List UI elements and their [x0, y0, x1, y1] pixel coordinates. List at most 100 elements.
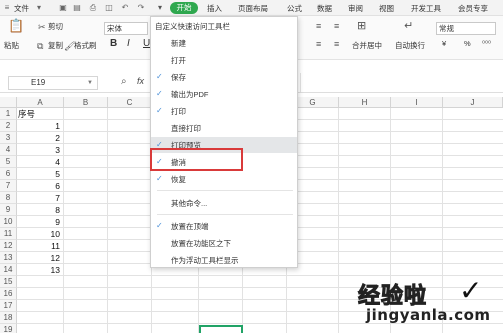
- row-header[interactable]: 14: [0, 264, 17, 276]
- copy-icon[interactable]: ⧉: [37, 40, 43, 52]
- cell-a-value[interactable]: 6: [17, 180, 64, 192]
- row-header[interactable]: 18: [0, 312, 17, 324]
- menu-item-more-commands[interactable]: 其他命令...: [151, 195, 297, 211]
- auto-wrap-icon[interactable]: ↵: [404, 20, 413, 32]
- menu-item-place-below-ribbon[interactable]: 放置在功能区之下: [151, 235, 297, 251]
- row-header[interactable]: 13: [0, 252, 17, 264]
- merge-center-button[interactable]: 合并居中: [352, 40, 382, 52]
- select-all-corner[interactable]: [0, 97, 17, 108]
- file-dropdown-icon[interactable]: ▾: [34, 3, 44, 12]
- number-format-select[interactable]: 常规: [436, 22, 496, 35]
- thousands-button[interactable]: ⁰⁰⁰: [482, 38, 491, 50]
- menu-item-redo[interactable]: ✓ 恢复: [151, 171, 297, 187]
- row-header[interactable]: 17: [0, 300, 17, 312]
- name-box-dropdown-icon[interactable]: ▼: [87, 77, 93, 89]
- selected-cell-e19[interactable]: [199, 325, 243, 333]
- menu-icon[interactable]: ≡: [2, 3, 12, 12]
- cell-a-value[interactable]: 10: [17, 228, 64, 240]
- col-header-h[interactable]: H: [339, 97, 391, 108]
- zoom-search-icon[interactable]: ⌕: [121, 76, 127, 87]
- col-header-b[interactable]: B: [64, 97, 108, 108]
- menu-item-open[interactable]: 打开: [151, 52, 297, 68]
- pdf-icon[interactable]: ▤: [72, 3, 82, 12]
- col-header-i[interactable]: I: [391, 97, 443, 108]
- col-header-j[interactable]: J: [443, 97, 503, 108]
- tab-developer[interactable]: 开发工具: [411, 3, 441, 14]
- row-header[interactable]: 2: [0, 120, 17, 132]
- cell-a-value[interactable]: 3: [17, 144, 64, 156]
- menu-file[interactable]: 文件: [14, 3, 29, 14]
- tab-review[interactable]: 审阅: [348, 3, 363, 14]
- cell-a-value[interactable]: 7: [17, 192, 64, 204]
- print-preview-icon[interactable]: ◫: [104, 3, 114, 12]
- row-header[interactable]: 15: [0, 276, 17, 288]
- cell-a-value[interactable]: 4: [17, 156, 64, 168]
- tab-view[interactable]: 视图: [379, 3, 394, 14]
- auto-wrap-button[interactable]: 自动换行: [395, 40, 425, 52]
- percent-button[interactable]: %: [464, 38, 471, 50]
- cell-a1-header[interactable]: 序号: [17, 108, 64, 120]
- currency-button[interactable]: ¥: [442, 38, 446, 50]
- cell-a-empty[interactable]: [17, 276, 64, 288]
- menu-item-direct-print[interactable]: 直接打印: [151, 120, 297, 136]
- row-header[interactable]: 16: [0, 288, 17, 300]
- row-header[interactable]: 7: [0, 180, 17, 192]
- tab-formulas[interactable]: 公式: [287, 3, 302, 14]
- cell-a-empty[interactable]: [17, 324, 64, 333]
- paste-icon[interactable]: 📋: [8, 19, 24, 32]
- merge-center-icon[interactable]: ⊞: [357, 20, 366, 32]
- undo-icon[interactable]: ↶: [120, 3, 130, 12]
- align-top-icon[interactable]: ≡: [316, 20, 321, 32]
- row-header[interactable]: 1: [0, 108, 17, 120]
- bold-button[interactable]: B: [110, 38, 117, 50]
- quick-access-customize-chevron-icon[interactable]: ▾: [155, 3, 165, 13]
- align-middle-icon[interactable]: ≡: [334, 20, 339, 32]
- row-header[interactable]: 4: [0, 144, 17, 156]
- cell-a-value[interactable]: 1: [17, 120, 64, 132]
- row-header[interactable]: 10: [0, 216, 17, 228]
- print-icon[interactable]: ⎙: [88, 3, 98, 12]
- menu-item-export-pdf[interactable]: ✓ 输出为PDF: [151, 86, 297, 102]
- row-header[interactable]: 6: [0, 168, 17, 180]
- cell-a-empty[interactable]: [17, 300, 64, 312]
- format-painter-button[interactable]: 格式刷: [74, 40, 97, 52]
- tab-page-layout[interactable]: 页面布局: [238, 3, 268, 14]
- cell-a-value[interactable]: 13: [17, 264, 64, 276]
- copy-button[interactable]: 复制: [48, 40, 63, 52]
- cell-a-value[interactable]: 12: [17, 252, 64, 264]
- redo-icon[interactable]: ↷: [136, 3, 146, 12]
- fx-label[interactable]: fx: [137, 76, 144, 86]
- cell-a-empty[interactable]: [17, 288, 64, 300]
- row-header[interactable]: 12: [0, 240, 17, 252]
- tab-insert[interactable]: 插入: [207, 3, 222, 14]
- cut-button[interactable]: 剪切: [48, 21, 63, 33]
- menu-item-place-top[interactable]: ✓ 放置在顶端: [151, 218, 297, 234]
- cell-a-value[interactable]: 8: [17, 204, 64, 216]
- formula-input[interactable]: [300, 73, 503, 92]
- tab-data[interactable]: 数据: [317, 3, 332, 14]
- row-header[interactable]: 8: [0, 192, 17, 204]
- tab-member[interactable]: 会员专享: [458, 3, 488, 14]
- cell-a-empty[interactable]: [17, 312, 64, 324]
- align-left-icon[interactable]: ≡: [316, 38, 321, 50]
- row-header[interactable]: 19: [0, 324, 17, 333]
- tab-start[interactable]: 开始: [170, 2, 198, 14]
- col-header-c[interactable]: C: [108, 97, 152, 108]
- row-header[interactable]: 5: [0, 156, 17, 168]
- cell-a-value[interactable]: 9: [17, 216, 64, 228]
- menu-item-save[interactable]: ✓ 保存: [151, 69, 297, 85]
- italic-button[interactable]: I: [127, 38, 130, 50]
- cell-a-value[interactable]: 11: [17, 240, 64, 252]
- cell-a-value[interactable]: 2: [17, 132, 64, 144]
- col-header-a[interactable]: A: [17, 97, 64, 108]
- row-header[interactable]: 3: [0, 132, 17, 144]
- cell-a-value[interactable]: 5: [17, 168, 64, 180]
- row-header[interactable]: 9: [0, 204, 17, 216]
- row-header[interactable]: 11: [0, 228, 17, 240]
- name-box[interactable]: E19 ▼: [8, 76, 98, 90]
- font-name-select[interactable]: 宋体: [104, 22, 148, 35]
- save-icon[interactable]: ▣: [58, 3, 68, 12]
- menu-item-print[interactable]: ✓ 打印: [151, 103, 297, 119]
- align-center-icon[interactable]: ≡: [334, 38, 339, 50]
- cut-icon[interactable]: ✂: [38, 21, 46, 33]
